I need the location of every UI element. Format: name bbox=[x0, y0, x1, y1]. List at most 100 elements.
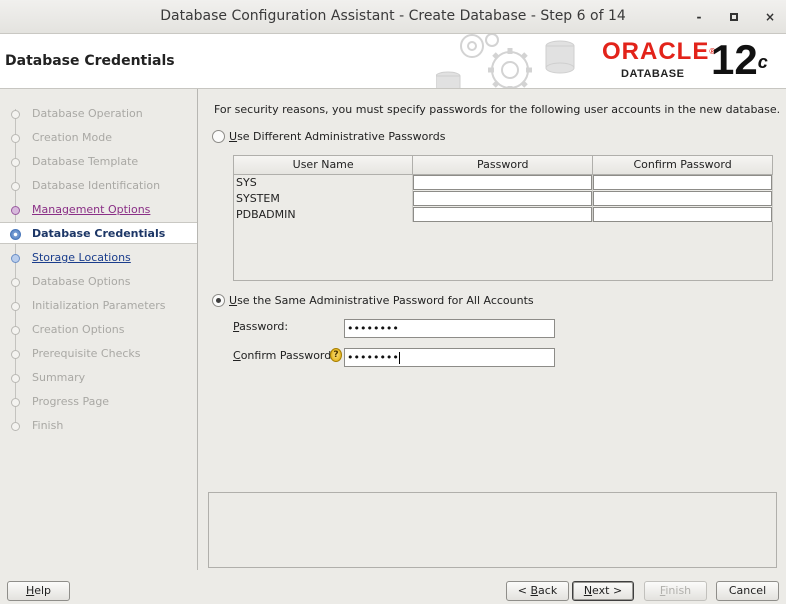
text-caret bbox=[398, 352, 400, 364]
cancel-button[interactable]: Cancel bbox=[716, 581, 779, 601]
window-titlebar: Database Configuration Assistant - Creat… bbox=[0, 0, 786, 34]
user-name-cell: PDBADMIN bbox=[234, 206, 414, 222]
column-header-confirm-password[interactable]: Confirm Password bbox=[592, 156, 773, 175]
step-initialization-parameters: Initialization Parameters bbox=[0, 295, 197, 317]
table-row: SYSTEM bbox=[234, 190, 773, 206]
finish-button: Finish bbox=[644, 581, 707, 601]
password-cell-input[interactable] bbox=[413, 190, 593, 206]
password-cell-input[interactable] bbox=[413, 206, 593, 222]
step-finish: Finish bbox=[0, 415, 197, 437]
step-label: Progress Page bbox=[32, 395, 110, 408]
step-dot-icon bbox=[11, 398, 20, 407]
same-password-option[interactable]: Use the Same Administrative Password for… bbox=[212, 292, 534, 308]
close-icon[interactable]: × bbox=[761, 8, 779, 26]
confirm-password-cell[interactable] bbox=[592, 190, 773, 206]
column-header-password[interactable]: Password bbox=[412, 156, 594, 175]
version-suffix: c bbox=[757, 52, 768, 72]
confirm-password-cell[interactable] bbox=[592, 174, 773, 190]
minimize-icon[interactable]: - bbox=[690, 8, 708, 26]
gears-graphic-icon bbox=[436, 34, 575, 88]
messages-area bbox=[208, 492, 777, 568]
wizard-footer: Help < Back Next > Finish Cancel bbox=[0, 570, 786, 604]
intro-text: For security reasons, you must specify p… bbox=[214, 103, 781, 116]
step-dot-icon bbox=[11, 254, 20, 263]
user-name-cell: SYS bbox=[234, 174, 414, 190]
password-cell[interactable] bbox=[412, 206, 594, 222]
step-label: Initialization Parameters bbox=[32, 299, 166, 312]
step-dot-icon bbox=[11, 206, 20, 215]
step-label[interactable]: Management Options bbox=[32, 203, 150, 216]
step-creation-mode: Creation Mode bbox=[0, 127, 197, 149]
step-prerequisite-checks: Prerequisite Checks bbox=[0, 343, 197, 365]
confirm-password-cell[interactable] bbox=[592, 206, 773, 222]
password-cell[interactable] bbox=[412, 190, 594, 206]
step-dot-icon bbox=[11, 158, 20, 167]
step-label: Database Template bbox=[32, 155, 139, 168]
current-step-icon bbox=[10, 229, 21, 240]
step-database-credentials: Database Credentials bbox=[0, 222, 197, 244]
steps-sidebar: Database Operation Creation Mode Databas… bbox=[0, 89, 198, 570]
hint-icon[interactable]: ? bbox=[330, 348, 342, 362]
window-title: Database Configuration Assistant - Creat… bbox=[160, 8, 626, 24]
step-label: Finish bbox=[32, 419, 64, 432]
step-creation-options: Creation Options bbox=[0, 319, 197, 341]
confirm-password-cell-input[interactable] bbox=[593, 206, 772, 222]
table-row: SYS bbox=[234, 174, 773, 190]
confirm-password-field[interactable]: •••••••• bbox=[344, 348, 555, 367]
column-header-user-name[interactable]: User Name bbox=[234, 156, 414, 175]
step-dot-icon bbox=[11, 326, 20, 335]
step-progress-page: Progress Page bbox=[0, 391, 197, 413]
version-badge: 12c bbox=[711, 38, 768, 82]
step-dot-icon bbox=[11, 278, 20, 287]
confirm-password-label: Confirm Password: bbox=[233, 349, 335, 362]
step-database-template: Database Template bbox=[0, 151, 197, 173]
password-cell-input[interactable] bbox=[413, 174, 593, 190]
step-summary: Summary bbox=[0, 367, 197, 389]
step-dot-icon bbox=[11, 110, 20, 119]
step-dot-icon bbox=[11, 422, 20, 431]
step-label: Creation Mode bbox=[32, 131, 113, 144]
page-header: Database Credentials ORACLE® DATABASE 12… bbox=[0, 34, 786, 89]
step-storage-locations[interactable]: Storage Locations bbox=[0, 247, 197, 269]
step-database-identification: Database Identification bbox=[0, 175, 197, 197]
step-dot-icon bbox=[11, 302, 20, 311]
step-management-options[interactable]: Management Options bbox=[0, 199, 197, 221]
oracle-product-text: DATABASE bbox=[621, 68, 685, 80]
step-database-operation: Database Operation bbox=[0, 103, 197, 125]
same-password-radio[interactable] bbox=[212, 293, 225, 307]
table-row: PDBADMIN bbox=[234, 206, 773, 222]
step-label: Database Options bbox=[32, 275, 131, 288]
different-passwords-radio[interactable] bbox=[212, 129, 225, 143]
password-field[interactable]: •••••••• bbox=[344, 319, 555, 338]
step-label: Prerequisite Checks bbox=[32, 347, 141, 360]
maximize-icon[interactable] bbox=[725, 8, 743, 26]
user-name-cell: SYSTEM bbox=[234, 190, 414, 206]
next-button[interactable]: Next > bbox=[572, 581, 634, 601]
back-button[interactable]: < Back bbox=[506, 581, 569, 601]
step-label[interactable]: Storage Locations bbox=[32, 251, 131, 264]
step-label: Database Identification bbox=[32, 179, 161, 192]
main-panel: For security reasons, you must specify p… bbox=[198, 89, 786, 570]
user-passwords-table: User Name Password Confirm Password SYS … bbox=[233, 155, 773, 281]
step-label: Database Operation bbox=[32, 107, 143, 120]
same-password-label[interactable]: Use the Same Administrative Password for… bbox=[229, 294, 534, 307]
confirm-password-cell-input[interactable] bbox=[593, 174, 772, 190]
step-label: Database Credentials bbox=[32, 227, 166, 240]
page-title: Database Credentials bbox=[5, 53, 175, 69]
password-label: Password: bbox=[233, 320, 289, 333]
different-passwords-label[interactable]: Use Different Administrative Passwords bbox=[229, 130, 445, 143]
password-cell[interactable] bbox=[412, 174, 594, 190]
help-button[interactable]: Help bbox=[7, 581, 70, 601]
different-passwords-option[interactable]: Use Different Administrative Passwords bbox=[212, 128, 445, 144]
oracle-logo: ORACLE® DATABASE bbox=[602, 38, 716, 81]
step-database-options: Database Options bbox=[0, 271, 197, 293]
step-dot-icon bbox=[11, 350, 20, 359]
step-dot-icon bbox=[11, 182, 20, 191]
step-label: Creation Options bbox=[32, 323, 125, 336]
oracle-brand-text: ORACLE bbox=[602, 38, 710, 65]
step-dot-icon bbox=[11, 374, 20, 383]
step-dot-icon bbox=[11, 134, 20, 143]
version-number: 12 bbox=[711, 36, 758, 83]
step-label: Summary bbox=[32, 371, 86, 384]
confirm-password-cell-input[interactable] bbox=[593, 190, 772, 206]
